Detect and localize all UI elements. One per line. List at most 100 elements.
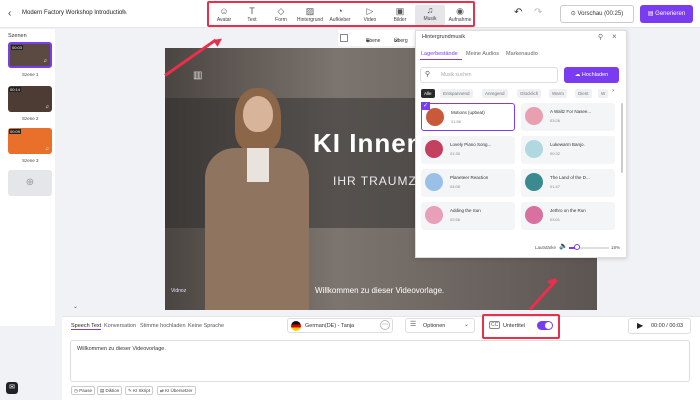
toolbar: ☺ Avatar T Text ◇ Form ▨ Hintergrund ◔ Aufkle… bbox=[207, 1, 475, 27]
speaker-icon[interactable]: 🔈 bbox=[559, 242, 568, 250]
check-icon: ✓ bbox=[421, 102, 430, 110]
track-art bbox=[425, 140, 443, 158]
track-list-scrollbar[interactable] bbox=[621, 103, 623, 173]
filter-dient[interactable]: Dient bbox=[575, 89, 592, 98]
arrowhead-icon: ▶ bbox=[211, 33, 226, 49]
tool-video[interactable]: ▷ Video bbox=[355, 6, 385, 23]
track-art bbox=[525, 173, 543, 191]
preview-icon: ⊙ bbox=[570, 11, 578, 17]
tab-brand-audio[interactable]: Markenaudio bbox=[506, 51, 538, 57]
scene-label-1: Szene 1 bbox=[22, 72, 39, 77]
canvas-caption[interactable]: Willkommen zu dieser Videovorlage. bbox=[315, 286, 444, 295]
track-item[interactable]: A Waltz For Nasee... 03:26 bbox=[521, 103, 615, 131]
scene-thumb-3[interactable]: 00:09 ♫ bbox=[8, 128, 52, 154]
tool-record[interactable]: ◉ Aufnahme bbox=[445, 6, 475, 23]
scene-thumb-1[interactable]: 00:03 ♫ bbox=[8, 42, 52, 68]
video-icon: ▷ bbox=[366, 6, 374, 16]
track-item[interactable]: The Land of the D... 01:47 bbox=[521, 169, 615, 197]
chevron-down-icon: ⌄ bbox=[464, 322, 470, 328]
tool-sticker[interactable]: ◔ Aufkleber bbox=[325, 6, 355, 23]
tool-images[interactable]: ▣ Bilder bbox=[385, 6, 415, 23]
filter-all[interactable]: Alle bbox=[421, 89, 435, 98]
tool-text[interactable]: T Text bbox=[237, 6, 267, 23]
tool-avatar[interactable]: ☺ Avatar bbox=[209, 6, 239, 23]
cc-icon: CC bbox=[489, 321, 501, 329]
tab-upload-voice[interactable]: Stimme hochladen bbox=[140, 323, 186, 329]
upload-button[interactable]: ☁ Hochladen bbox=[564, 67, 619, 83]
track-item[interactable]: Planeteer Reaction 04:08 bbox=[421, 169, 515, 197]
filter-warm[interactable]: Warm bbox=[549, 89, 567, 98]
redo-icon[interactable]: ↷ bbox=[534, 7, 542, 18]
color-swatch[interactable] bbox=[340, 34, 348, 42]
track-art bbox=[525, 107, 543, 125]
text-icon: T bbox=[249, 6, 255, 16]
scene-label-2: Szene 2 bbox=[22, 116, 39, 121]
diction-button[interactable]: ▤ Diktion bbox=[97, 386, 123, 395]
chevron-right-icon[interactable]: › bbox=[612, 88, 614, 94]
german-flag-icon bbox=[291, 321, 301, 331]
volume-handle[interactable] bbox=[574, 244, 580, 250]
background-icon: ▨ bbox=[305, 6, 315, 16]
upload-cloud-icon: ☁ bbox=[574, 72, 582, 78]
back-icon[interactable]: ‹ bbox=[8, 8, 11, 19]
tab-no-speech[interactable]: Keine Sprache bbox=[188, 323, 224, 329]
filter-happy[interactable]: Glücklich bbox=[517, 89, 542, 98]
track-item[interactable]: Motions (upbeat) 01:56 bbox=[421, 103, 515, 131]
canvas-headline[interactable]: KI Innen bbox=[313, 128, 424, 159]
tool-form[interactable]: ◇ Form bbox=[266, 6, 296, 23]
collapse-chevron-icon[interactable]: ⌄ bbox=[73, 303, 78, 310]
voice-name: German(DE) - Tanja bbox=[305, 323, 355, 329]
generate-button[interactable]: ▤ Generieren bbox=[640, 5, 693, 23]
ai-script-button[interactable]: ✎ KI Skript bbox=[125, 386, 154, 395]
tab-stock[interactable]: Lagerbestände bbox=[421, 51, 458, 57]
track-art bbox=[425, 206, 443, 224]
track-item[interactable]: Jethro on the Run 03:01 bbox=[521, 202, 615, 230]
active-tab-indicator bbox=[420, 59, 462, 60]
sliders-icon: ☰ bbox=[410, 321, 417, 328]
playback-time: 00:00 / 00:03 bbox=[651, 323, 684, 329]
volume-value: 18% bbox=[611, 245, 621, 250]
play-icon[interactable]: ▶ bbox=[637, 321, 643, 330]
options-label: Optionen bbox=[423, 323, 446, 329]
pin-icon[interactable]: ⚲ bbox=[598, 33, 603, 41]
track-item[interactable]: Lovely Piano Song... 01:30 bbox=[421, 136, 515, 164]
avatar-head[interactable] bbox=[243, 96, 273, 132]
track-art bbox=[525, 206, 543, 224]
tab-conversation[interactable]: Konversation bbox=[104, 323, 136, 329]
avatar-shirt bbox=[247, 148, 269, 182]
pencil-icon[interactable]: ✎ bbox=[121, 8, 128, 17]
music-panel-title: Hintergrundmusik bbox=[422, 34, 466, 40]
speech-text[interactable]: Willkommen zu dieser Videovorlage. bbox=[77, 346, 166, 352]
filter-w[interactable]: W bbox=[598, 89, 609, 98]
track-item[interactable]: Lukewarm Banjo. 00:32 bbox=[521, 136, 615, 164]
project-title[interactable]: Modern Factory Workshop Introduction bbox=[22, 10, 126, 16]
pause-button[interactable]: ◷ Pause bbox=[71, 386, 95, 395]
search-icon: ⚲ bbox=[425, 71, 431, 78]
music-note-icon: ♫ bbox=[45, 104, 49, 110]
add-scene-button[interactable]: ⊕ bbox=[8, 170, 52, 196]
shapes-icon: ◇ bbox=[277, 6, 285, 16]
volume-label: Lautstärke bbox=[535, 245, 557, 250]
vidnoz-watermark: Vidnoz bbox=[171, 288, 187, 294]
filter-relaxing[interactable]: Entspannend bbox=[440, 89, 473, 98]
help-chat-icon[interactable]: ✉ bbox=[6, 382, 18, 394]
music-search-placeholder: Musik suchen bbox=[441, 72, 472, 78]
preview-button[interactable]: ⊙ Vorschau (00:25) bbox=[560, 5, 634, 23]
tool-music[interactable]: ♫ Musik bbox=[415, 5, 445, 25]
track-art bbox=[426, 108, 444, 126]
scene-label-3: Szene 3 bbox=[22, 158, 39, 163]
scene-thumb-2[interactable]: 00:14 ♫ bbox=[8, 86, 52, 112]
sticker-icon: ◔ bbox=[337, 6, 343, 16]
tab-speech-text[interactable]: Speech Text bbox=[71, 323, 102, 330]
filter-stimulating[interactable]: Anregend bbox=[482, 89, 508, 98]
track-art bbox=[425, 173, 443, 191]
close-icon[interactable]: × bbox=[612, 32, 617, 41]
track-item[interactable]: Adding the Sun 02:56 bbox=[421, 202, 515, 230]
more-icon[interactable]: ⋯ bbox=[380, 320, 390, 330]
ai-translator-button[interactable]: ⇄ KI Übersetzer bbox=[157, 386, 196, 395]
music-note-icon: ♫ bbox=[45, 146, 49, 152]
canvas-toolbar: ◈ Ebene ⋈ Überg bbox=[338, 30, 420, 46]
tab-my-audios[interactable]: Meine Audios bbox=[466, 51, 499, 57]
undo-icon[interactable]: ↶ bbox=[514, 7, 522, 18]
tool-background[interactable]: ▨ Hintergrund bbox=[295, 6, 325, 23]
